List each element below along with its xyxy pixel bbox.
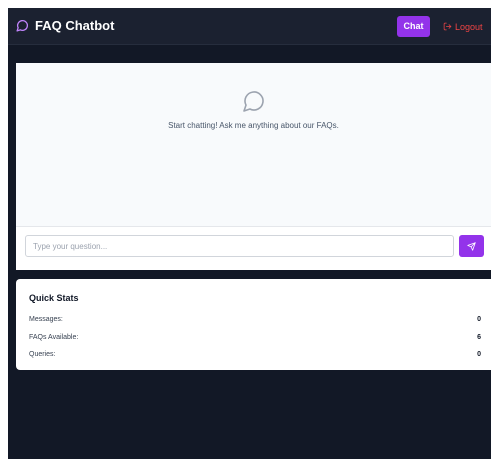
logout-button[interactable]: Logout xyxy=(443,16,483,37)
message-input-bar xyxy=(16,226,491,270)
chat-bubble-icon xyxy=(243,91,264,112)
stat-label: Queries: xyxy=(29,351,56,358)
quick-stats-title: Quick Stats xyxy=(29,293,79,303)
brand: FAQ Chatbot xyxy=(16,17,114,34)
app-root: FAQ Chatbot Chat Logout Start chatting! … xyxy=(8,8,491,459)
stat-row-messages: Messages: 0 xyxy=(29,314,481,325)
message-area[interactable]: Start chatting! Ask me anything about ou… xyxy=(16,63,491,226)
stat-row-queries: Queries: 0 xyxy=(29,349,481,360)
stat-value: 6 xyxy=(477,334,481,341)
stat-row-faqs: FAQs Available: 6 xyxy=(29,332,481,343)
app-title: FAQ Chatbot xyxy=(35,18,115,33)
send-icon xyxy=(467,241,476,251)
chat-nav-button[interactable]: Chat xyxy=(397,16,430,37)
chat-bubble-icon xyxy=(16,20,28,32)
top-navbar: FAQ Chatbot Chat Logout xyxy=(8,8,491,45)
send-button[interactable] xyxy=(459,235,484,257)
stat-value: 0 xyxy=(477,316,481,323)
logout-label: Logout xyxy=(455,21,483,32)
stat-label: FAQs Available: xyxy=(29,334,79,341)
empty-state-text: Start chatting! Ask me anything about ou… xyxy=(168,121,339,130)
chat-panel: Start chatting! Ask me anything about ou… xyxy=(16,63,491,270)
stat-label: Messages: xyxy=(29,316,63,323)
question-input[interactable] xyxy=(25,235,454,257)
logout-icon xyxy=(443,22,452,31)
stat-value: 0 xyxy=(477,351,481,358)
quick-stats-card: Quick Stats Messages: 0 FAQs Available: … xyxy=(16,279,491,370)
